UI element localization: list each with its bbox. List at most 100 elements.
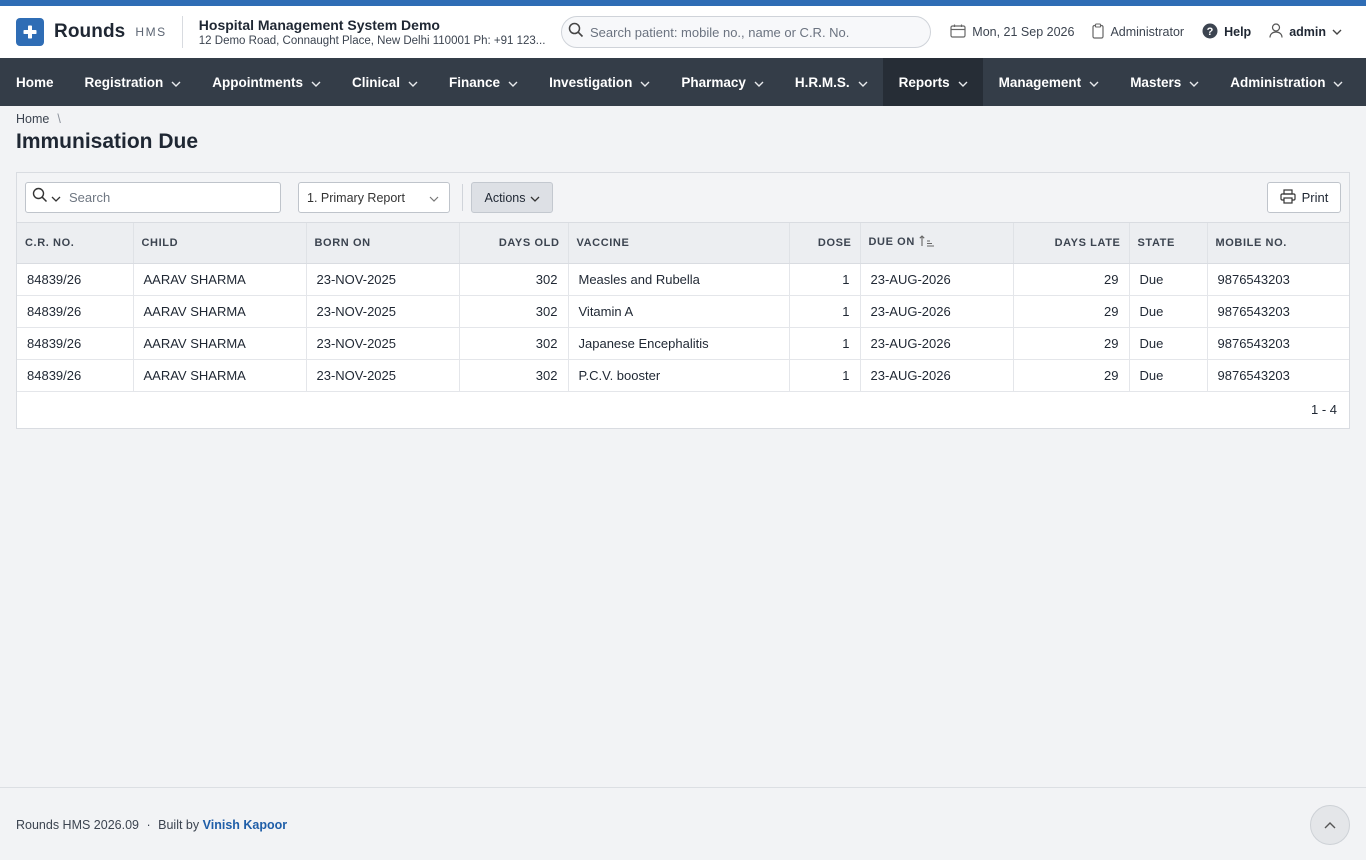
column-header-c-r-no[interactable]: C.R. NO. xyxy=(17,223,134,264)
column-header-state[interactable]: STATE xyxy=(1129,223,1208,264)
patient-search[interactable] xyxy=(561,16,931,48)
table-cell-days-old: 302 xyxy=(459,327,569,360)
clipboard-icon xyxy=(1092,22,1110,42)
medical-cross-icon xyxy=(16,18,44,46)
calendar-icon xyxy=(950,24,972,41)
actions-label: Actions xyxy=(484,190,526,205)
chevron-down-icon xyxy=(958,75,968,90)
table-cell-c-r-no: 84839/26 xyxy=(17,295,134,328)
nav-item-registration[interactable]: Registration xyxy=(69,58,197,106)
column-header-mobile-no[interactable]: MOBILE NO. xyxy=(1207,223,1349,264)
nav-item-investigation[interactable]: Investigation xyxy=(533,58,665,106)
footer-credits: Rounds HMS 2026.09 · Built by Vinish Kap… xyxy=(16,818,287,832)
footer-version: Rounds HMS 2026.09 xyxy=(16,818,139,832)
report-selector[interactable]: 1. Primary Report xyxy=(298,182,450,213)
column-header-dose[interactable]: DOSE xyxy=(789,223,861,264)
column-header-label: STATE xyxy=(1137,236,1175,249)
table-cell-days-old: 302 xyxy=(459,295,569,328)
column-header-due-on[interactable]: DUE ON xyxy=(860,223,1014,264)
nav-item-masters[interactable]: Masters xyxy=(1114,58,1214,106)
chevron-down-icon xyxy=(1189,75,1199,90)
chevron-down-icon xyxy=(508,75,518,90)
app-header: Rounds HMS Hospital Management System De… xyxy=(0,6,1366,58)
table-cell-born-on: 23-NOV-2025 xyxy=(306,359,460,392)
table-cell-child: AARAV SHARMA xyxy=(133,295,307,328)
nav-item-reports[interactable]: Reports xyxy=(882,58,983,106)
column-header-label: MOBILE NO. xyxy=(1215,236,1287,249)
column-header-vaccine[interactable]: VACCINE xyxy=(568,223,790,264)
nav-item-clinical[interactable]: Clinical xyxy=(336,58,433,106)
nav-item-home[interactable]: Home xyxy=(0,58,69,106)
report-panel: 1. Primary Report Actions Print C.R. NO.… xyxy=(16,172,1350,429)
nav-item-management[interactable]: Management xyxy=(983,58,1115,106)
header-divider xyxy=(181,16,183,48)
column-header-label: DAYS LATE xyxy=(1054,236,1121,249)
organization-name: Hospital Management System Demo xyxy=(198,17,440,33)
nav-item-administration[interactable]: Administration xyxy=(1214,58,1358,106)
footer-author-link[interactable]: Vinish Kapoor xyxy=(203,818,288,832)
table-body: 84839/26 AARAV SHARMA 23-NOV-2025 302 Measle… xyxy=(17,263,1349,392)
report-search[interactable] xyxy=(25,182,281,213)
nav-item-label: Management xyxy=(998,74,1082,90)
table-cell-state: Due xyxy=(1129,263,1208,296)
app-logo[interactable]: Rounds HMS xyxy=(16,18,167,46)
table-cell-c-r-no: 84839/26 xyxy=(17,263,134,296)
nav-item-label: Pharmacy xyxy=(681,74,746,90)
nav-item-label: Investigation xyxy=(549,74,633,90)
table-cell-c-r-no: 84839/26 xyxy=(17,327,134,360)
nav-item-finance[interactable]: Finance xyxy=(433,58,533,106)
breadcrumb: Home \ xyxy=(16,112,61,126)
page-title: Immunisation Due xyxy=(16,130,199,153)
scroll-to-top-button[interactable] xyxy=(1310,805,1350,845)
column-header-days-old[interactable]: DAYS OLD xyxy=(459,223,569,264)
table-cell-mobile-no: 9876543203 xyxy=(1207,295,1349,328)
report-selector-value: 1. Primary Report xyxy=(307,190,405,205)
table-cell-vaccine: P.C.V. booster xyxy=(568,359,790,392)
search-icon xyxy=(32,187,48,208)
nav-item-label: Masters xyxy=(1130,74,1182,90)
table-cell-vaccine: Japanese Encephalitis xyxy=(568,327,790,360)
search-column-selector[interactable] xyxy=(32,187,61,208)
report-search-input[interactable] xyxy=(69,190,249,205)
chevron-down-icon xyxy=(429,191,439,205)
nav-item-h-r-m-s[interactable]: H.R.M.S. xyxy=(779,58,883,106)
table-cell-born-on: 23-NOV-2025 xyxy=(306,263,460,296)
nav-item-pharmacy[interactable]: Pharmacy xyxy=(665,58,779,106)
table-cell-dose: 1 xyxy=(789,359,861,392)
breadcrumb-home[interactable]: Home xyxy=(16,112,49,126)
chevron-down-icon xyxy=(1332,29,1348,35)
table-cell-born-on: 23-NOV-2025 xyxy=(306,327,460,360)
chevron-down-icon xyxy=(754,75,764,90)
role-text: Administrator xyxy=(1110,25,1185,39)
table-cell-mobile-no: 9876543203 xyxy=(1207,327,1349,360)
table-cell-days-late: 29 xyxy=(1013,295,1130,328)
column-header-days-late[interactable]: DAYS LATE xyxy=(1013,223,1130,264)
nav-item-label: Finance xyxy=(449,74,501,90)
column-header-label: DAYS OLD xyxy=(498,236,560,249)
role-indicator[interactable]: Administrator xyxy=(1092,22,1185,42)
current-date-text: Mon, 21 Sep 2026 xyxy=(972,25,1075,39)
nav-item-appointments[interactable]: Appointments xyxy=(196,58,336,106)
table-row: 84839/26 AARAV SHARMA 23-NOV-2025 302 Japane… xyxy=(17,327,1349,360)
app-name: Rounds xyxy=(54,21,126,42)
column-header-label: DOSE xyxy=(817,236,852,249)
column-header-label: DUE ON xyxy=(868,236,915,249)
current-date: Mon, 21 Sep 2026 xyxy=(950,24,1074,41)
patient-search-input[interactable] xyxy=(590,24,910,40)
help-link[interactable]: ? Help xyxy=(1202,23,1251,42)
column-header-born-on[interactable]: BORN ON xyxy=(306,223,460,264)
print-button[interactable]: Print xyxy=(1267,182,1341,213)
table-cell-mobile-no: 9876543203 xyxy=(1207,263,1349,296)
column-header-label: VACCINE xyxy=(576,236,630,249)
column-header-child[interactable]: CHILD xyxy=(133,223,307,264)
nav-item-label: H.R.M.S. xyxy=(794,74,850,90)
user-icon xyxy=(1269,23,1289,41)
actions-button[interactable]: Actions xyxy=(471,182,553,213)
user-menu[interactable]: admin xyxy=(1269,23,1348,41)
table-cell-c-r-no: 84839/26 xyxy=(17,359,134,392)
footer-built-by: Built by xyxy=(158,818,200,832)
nav-item-label: Clinical xyxy=(352,74,401,90)
footer-dot: · xyxy=(146,818,151,832)
table-cell-days-late: 29 xyxy=(1013,359,1130,392)
table-cell-days-late: 29 xyxy=(1013,327,1130,360)
